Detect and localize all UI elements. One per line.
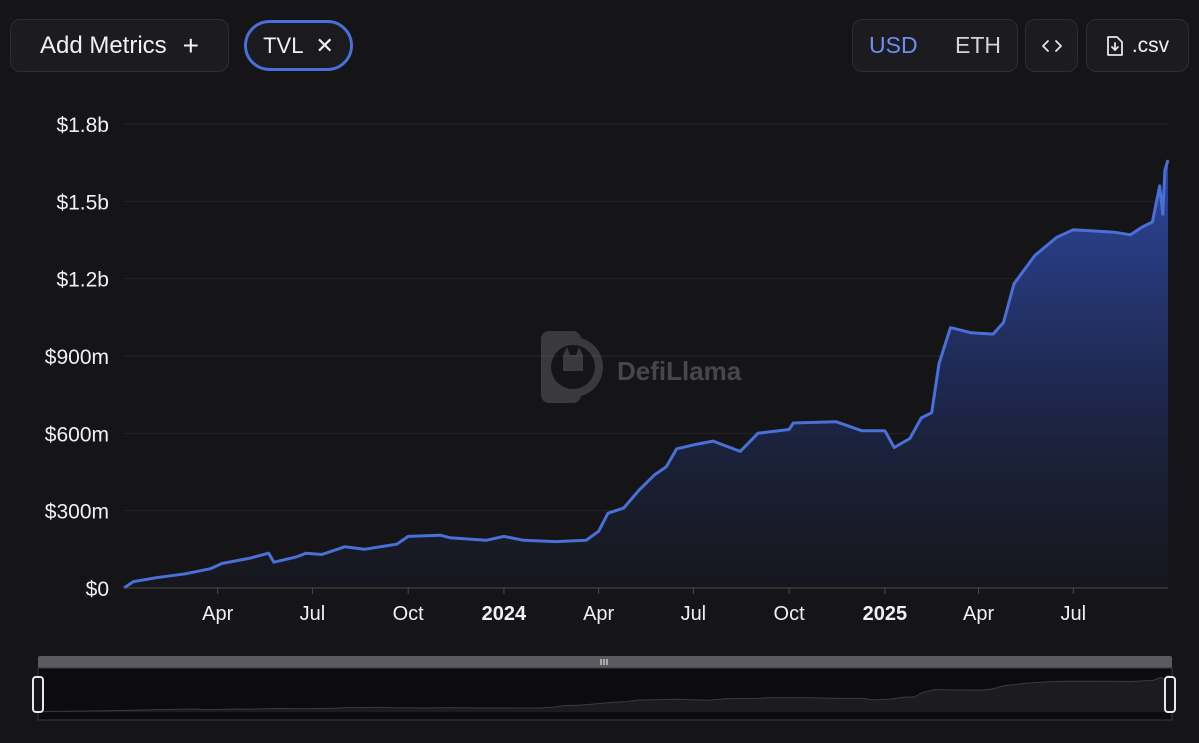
currency-option-eth[interactable]: ETH: [955, 32, 1001, 59]
currency-toggle: USD ETH: [852, 19, 1018, 72]
x-tick-label: 2025: [863, 603, 908, 625]
currency-option-usd[interactable]: USD: [869, 32, 918, 59]
x-tick-label: Apr: [202, 603, 233, 625]
plus-icon: +: [182, 29, 200, 61]
add-metrics-label: Add Metrics: [39, 31, 167, 59]
x-tick-label: 2024: [482, 603, 527, 625]
embed-button[interactable]: [1025, 19, 1078, 72]
y-tick-label: $1.8b: [56, 114, 109, 137]
x-tick-label: Apr: [963, 603, 994, 625]
y-tick-label: $1.5b: [56, 191, 109, 214]
slider-track-bar[interactable]: [38, 656, 1172, 668]
download-csv-button[interactable]: .csv: [1086, 19, 1189, 72]
llama-logo-icon: [541, 331, 603, 403]
watermark: DefiLlama: [541, 331, 742, 403]
close-icon[interactable]: ✕: [315, 34, 333, 57]
chart-toolbar: Add Metrics + TVL ✕ USD ETH .csv: [0, 0, 1199, 90]
y-tick-label: $0: [86, 578, 109, 601]
x-tick-label: Jul: [1060, 603, 1086, 625]
metric-chip-label: TVL: [263, 32, 304, 58]
x-tick-label: Jul: [681, 603, 707, 625]
download-file-icon: [1106, 35, 1123, 56]
code-icon: [1041, 39, 1062, 52]
x-tick-label: Oct: [393, 603, 425, 625]
slider-handle-right[interactable]: [1164, 676, 1176, 713]
y-tick-label: $900m: [45, 346, 109, 369]
y-tick-label: $600m: [45, 423, 109, 446]
y-tick-label: $1.2b: [56, 269, 109, 292]
csv-label: .csv: [1131, 33, 1170, 57]
metric-chip-tvl[interactable]: TVL ✕: [244, 20, 353, 71]
range-slider[interactable]: [0, 650, 1199, 743]
y-tick-label: $300m: [45, 501, 109, 524]
watermark-text: DefiLlama: [617, 356, 742, 386]
x-tick-label: Apr: [583, 603, 614, 625]
tvl-chart[interactable]: DefiLlama $0 $300m $600m $900m $1.2b $1.5b $1.…: [0, 90, 1199, 650]
x-tick-label: Oct: [774, 603, 806, 625]
add-metrics-button[interactable]: Add Metrics +: [10, 19, 229, 72]
slider-handle-left[interactable]: [32, 676, 44, 713]
x-tick-label: Jul: [300, 603, 326, 625]
